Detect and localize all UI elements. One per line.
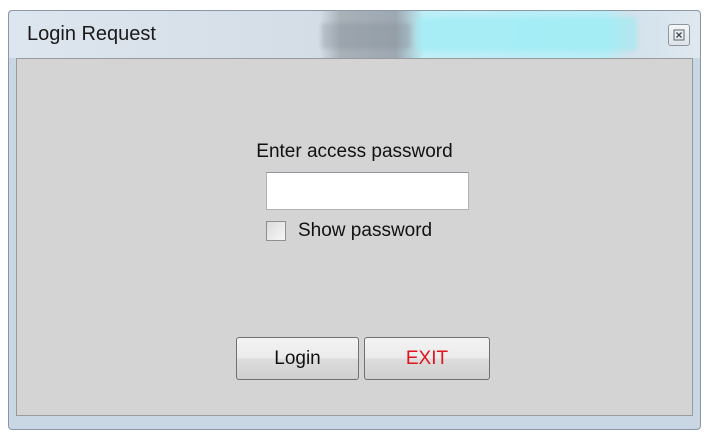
show-password-checkbox[interactable]	[266, 221, 286, 241]
close-button[interactable]	[668, 24, 690, 46]
dialog-body: Enter access password Show password Logi…	[16, 58, 693, 416]
login-button[interactable]: Login	[236, 337, 359, 380]
show-password-label[interactable]: Show password	[298, 220, 432, 242]
login-request-window: Login Request Enter access password Show…	[8, 10, 701, 430]
password-input[interactable]	[266, 172, 469, 210]
close-icon	[673, 29, 685, 41]
background-blur	[321, 23, 411, 49]
exit-button[interactable]: EXIT	[364, 337, 490, 380]
show-password-row[interactable]: Show password	[266, 218, 432, 244]
background-blur	[417, 17, 637, 51]
window-title: Login Request	[27, 23, 156, 45]
password-prompt-label: Enter access password	[256, 141, 453, 162]
title-bar[interactable]: Login Request	[9, 11, 700, 58]
